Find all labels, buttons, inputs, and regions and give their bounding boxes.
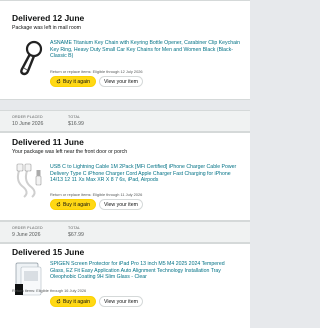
return-eligibility: Return items: Eligible through 16 July 2…	[12, 288, 87, 293]
refresh-icon	[56, 78, 61, 83]
return-eligibility: Return or replace items: Eligible throug…	[50, 69, 143, 74]
buy-it-again-label: Buy it again	[62, 202, 91, 208]
buy-it-again-label: Buy it again	[62, 79, 91, 85]
order-placed-label: ORDER PLACED	[12, 226, 43, 230]
order-total: TOTAL $16.99	[68, 115, 84, 127]
order-placed-date: 10 June 2026	[12, 121, 44, 127]
view-your-item-label: View your item	[104, 79, 138, 85]
order-summary-bar: ORDER PLACED 10 June 2026 TOTAL $16.99	[0, 110, 250, 132]
view-your-item-button[interactable]: View your item	[99, 199, 143, 210]
order-placed-label: ORDER PLACED	[12, 115, 43, 119]
buy-it-again-label: Buy it again	[62, 299, 91, 305]
product-title-link[interactable]: SPIGEN Screen Protector for iPad Pro 13 …	[50, 261, 240, 281]
order-placed-date: 9 June 2026	[12, 232, 41, 238]
order-total-label: TOTAL	[68, 115, 81, 119]
delivery-note: Package was left in mail room	[12, 25, 81, 31]
orders-page: Delivered 12 June Package was left in ma…	[0, 0, 250, 328]
product-image-cable[interactable]	[12, 162, 46, 200]
buy-it-again-button[interactable]: Buy it again	[50, 76, 96, 87]
view-your-item-label: View your item	[104, 299, 138, 305]
order-placed: ORDER PLACED 10 June 2026	[12, 115, 43, 127]
order-card: Delivered 15 June SPIGEN Screen Protecto…	[0, 243, 250, 328]
product-image-keychain[interactable]	[12, 39, 46, 77]
order-total-value: $67.99	[68, 232, 84, 238]
product-title-link[interactable]: USB C to Lightning Cable 1M 2Pack [MFi C…	[50, 164, 240, 184]
order-card: Delivered 12 June Package was left in ma…	[0, 0, 250, 100]
order-summary-bar: ORDER PLACED 9 June 2026 TOTAL $67.99	[0, 221, 250, 243]
keychain-image	[20, 40, 43, 76]
refresh-icon	[56, 201, 61, 206]
return-eligibility: Return or replace items: Eligible throug…	[50, 192, 143, 197]
order-total-label: TOTAL	[68, 226, 81, 230]
order-total-value: $16.99	[68, 121, 84, 127]
order-placed: ORDER PLACED 9 June 2026	[12, 226, 43, 238]
cable-image	[16, 163, 42, 198]
refresh-icon	[56, 298, 61, 303]
order-card: Delivered 11 June Your package was left …	[0, 132, 250, 221]
delivery-status-heading: Delivered 12 June	[12, 13, 85, 23]
order-total: TOTAL $67.99	[68, 226, 84, 238]
delivery-note: Your package was left near the front doo…	[12, 149, 128, 155]
delivery-status-heading: Delivered 11 June	[12, 137, 84, 147]
buy-it-again-button[interactable]: Buy it again	[50, 296, 96, 307]
product-title-link[interactable]: ASNAME Titanium Key Chain with Keyring B…	[50, 40, 240, 60]
delivery-status-heading: Delivered 15 June	[12, 247, 85, 257]
view-your-item-button[interactable]: View your item	[99, 296, 143, 307]
buy-it-again-button[interactable]: Buy it again	[50, 199, 96, 210]
view-your-item-button[interactable]: View your item	[99, 76, 143, 87]
view-your-item-label: View your item	[104, 202, 138, 208]
